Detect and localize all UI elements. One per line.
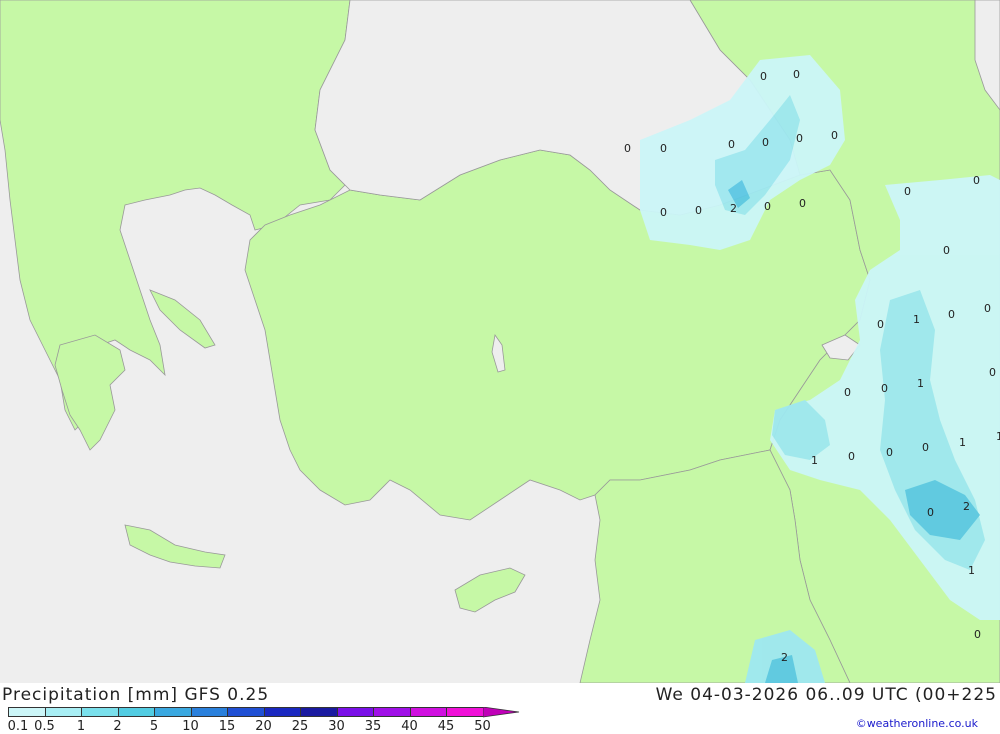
map-label: 0 [877, 318, 884, 331]
legend-swatch [227, 707, 265, 717]
map-label: 0 [831, 129, 838, 142]
legend-value: 0.5 [34, 719, 55, 734]
legend-value: 1 [76, 719, 86, 734]
map-label: 0 [904, 185, 911, 198]
map-label: 0 [660, 142, 667, 155]
map-label: 0 [762, 136, 769, 149]
map-label: 0 [624, 142, 631, 155]
map-label: 0 [848, 450, 855, 463]
map-label: 1 [811, 454, 818, 467]
map-label: 0 [948, 308, 955, 321]
legend-swatch [373, 707, 411, 717]
map-title: Precipitation [mm] GFS 0.25 [2, 685, 270, 705]
legend-swatch [263, 707, 301, 717]
legend-value: 40 [401, 719, 418, 734]
map-label: 1 [917, 377, 924, 390]
legend-value: 2 [113, 719, 122, 734]
legend-value: 15 [218, 719, 236, 734]
credit-text[interactable]: ©weatheronline.co.uk [856, 717, 978, 730]
legend-swatch [446, 707, 484, 717]
map-label: 1 [959, 436, 966, 449]
legend-value: 30 [328, 719, 345, 734]
map-label: 1 [996, 430, 1000, 443]
legend-value: 0.1 [7, 719, 29, 734]
map-label: 0 [695, 204, 702, 217]
map-footer: Precipitation [mm] GFS 0.25 We 04-03-202… [0, 683, 1000, 734]
map-label: 2 [781, 651, 788, 664]
legend-swatch [8, 707, 46, 717]
legend-swatch [154, 707, 192, 717]
legend-swatch [117, 707, 155, 717]
forecast-time: We 04-03-2026 06..09 UTC (00+225 [655, 685, 997, 705]
legend-swatch [409, 707, 447, 717]
map-label: 0 [796, 132, 803, 145]
map-label: 1 [913, 313, 920, 326]
map-label: 1 [968, 564, 975, 577]
legend-value: 25 [291, 719, 309, 734]
map-label: 0 [793, 68, 800, 81]
map-label: 0 [974, 628, 981, 641]
legend-value: 50 [474, 719, 491, 734]
map-label: 0 [973, 174, 980, 187]
map-label: 0 [764, 200, 771, 213]
legend-value: 10 [182, 719, 199, 734]
precipitation-map: 0 0 0 0 0 0 0 0 0 0 0 0 2 0 0 0 0 0 0 1 … [0, 0, 1000, 683]
legend-swatch [81, 707, 119, 717]
legend-value: 20 [255, 719, 272, 734]
legend-swatch [190, 707, 228, 717]
map-label: 0 [760, 70, 767, 83]
legend-swatch [44, 707, 82, 717]
legend-swatch [336, 707, 374, 717]
map-label: 0 [943, 244, 950, 257]
map-label: 0 [881, 382, 888, 395]
legend-arrow [482, 707, 519, 718]
legend-value: 35 [364, 719, 382, 734]
legend-swatch [300, 707, 338, 717]
map-label: 0 [989, 366, 996, 379]
legend-value: 5 [149, 719, 159, 734]
map-label: 0 [728, 138, 735, 151]
map-label: 0 [660, 206, 667, 219]
map-label: 0 [799, 197, 806, 210]
legend-value: 45 [437, 719, 455, 734]
map-label: 0 [922, 441, 929, 454]
map-label: 0 [844, 386, 851, 399]
map-label: 0 [984, 302, 991, 315]
map-svg: 0 0 0 0 0 0 0 0 0 0 0 0 2 0 0 0 0 0 0 1 … [0, 0, 1000, 683]
map-label: 2 [730, 202, 737, 215]
map-label: 0 [927, 506, 934, 519]
map-label: 0 [886, 446, 893, 459]
map-label: 2 [963, 500, 970, 513]
